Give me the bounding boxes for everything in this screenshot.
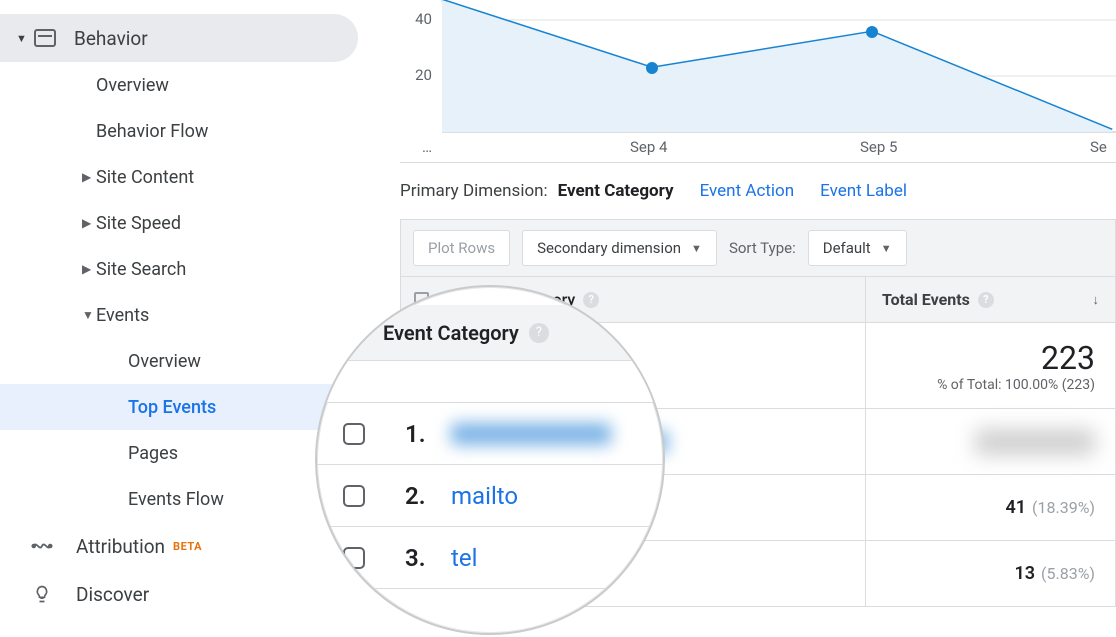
- nav-behavior-label: Behavior: [74, 27, 148, 50]
- magnifier-lens: Event Category ? 1. 2. mailto 3. tel: [315, 285, 665, 635]
- x-tick: Sep 4: [630, 138, 668, 156]
- x-tick: …: [422, 138, 432, 156]
- primary-dimension-label: Primary Dimension:: [400, 181, 548, 201]
- row-value[interactable]: mailto: [451, 482, 518, 510]
- total-events-value: 223: [1041, 339, 1095, 377]
- attribution-icon: [30, 534, 54, 558]
- total-events-sub: % of Total: 100.00% (223): [937, 377, 1095, 393]
- sort-type-dropdown[interactable]: Default ▼: [808, 230, 907, 266]
- dim-event-label[interactable]: Event Label: [820, 181, 907, 201]
- nav-behavior-flow[interactable]: Behavior Flow: [0, 108, 372, 154]
- plot-rows-button[interactable]: Plot Rows: [413, 230, 510, 266]
- lightbulb-icon: [30, 582, 54, 606]
- col-total-events[interactable]: Total Events: [882, 290, 970, 309]
- line-chart: 40 20 … Sep 4 Sep 5 Se: [372, 0, 1116, 162]
- row-pct: (5.83%): [1041, 564, 1095, 583]
- row-total: 41: [1005, 497, 1026, 518]
- sort-type-label: Sort Type:: [729, 239, 796, 257]
- row-value[interactable]: tel: [451, 544, 477, 572]
- nav-site-search[interactable]: ▶Site Search: [0, 246, 372, 292]
- behavior-icon: [34, 29, 56, 47]
- row-checkbox[interactable]: [343, 423, 365, 445]
- table-row[interactable]: 1.: [317, 403, 663, 465]
- chart: 40 20 … Sep 4 Sep 5 Se: [372, 0, 1116, 160]
- row-index: 3.: [405, 544, 451, 572]
- primary-dimension-row: Primary Dimension: Event Category Event …: [400, 163, 1116, 219]
- x-tick: Sep 5: [860, 138, 897, 156]
- nav-overview[interactable]: Overview: [0, 62, 372, 108]
- row-pct: (18.39%): [1032, 498, 1095, 517]
- dim-event-action[interactable]: Event Action: [700, 181, 795, 201]
- nav-site-content[interactable]: ▶Site Content: [0, 154, 372, 200]
- row-total-redacted: [975, 429, 1095, 455]
- beta-badge: BETA: [173, 540, 202, 553]
- caret-down-icon: ▼: [881, 242, 892, 255]
- help-icon[interactable]: ?: [978, 292, 994, 308]
- row-index: 2.: [405, 482, 451, 510]
- nav-site-speed[interactable]: ▶Site Speed: [0, 200, 372, 246]
- y-tick: 20: [415, 66, 432, 84]
- caret-right-icon: ▶: [82, 170, 96, 184]
- secondary-dimension-dropdown[interactable]: Secondary dimension ▼: [522, 230, 717, 266]
- table-row[interactable]: 2. mailto: [317, 465, 663, 527]
- y-tick: 40: [415, 10, 432, 28]
- row-checkbox[interactable]: [343, 485, 365, 507]
- table-toolbar: Plot Rows Secondary dimension ▼ Sort Typ…: [400, 219, 1116, 277]
- row-value-redacted: [451, 423, 611, 445]
- row-index: 1.: [405, 420, 451, 448]
- sort-desc-icon[interactable]: ↓: [1093, 292, 1100, 308]
- table-row[interactable]: 3. tel: [317, 527, 663, 589]
- x-tick: Se: [1090, 138, 1107, 156]
- dim-event-category[interactable]: Event Category: [558, 181, 674, 201]
- caret-down-icon: ▼: [16, 32, 24, 45]
- row-checkbox[interactable]: [343, 547, 365, 569]
- help-icon[interactable]: ?: [529, 323, 549, 343]
- caret-down-icon: ▼: [82, 308, 96, 322]
- caret-right-icon: ▶: [82, 216, 96, 230]
- nav-behavior[interactable]: ▼ Behavior: [0, 14, 358, 62]
- caret-down-icon: ▼: [691, 242, 702, 255]
- row-total: 13: [1014, 563, 1035, 584]
- col-event-category: Event Category: [383, 321, 519, 345]
- caret-right-icon: ▶: [82, 262, 96, 276]
